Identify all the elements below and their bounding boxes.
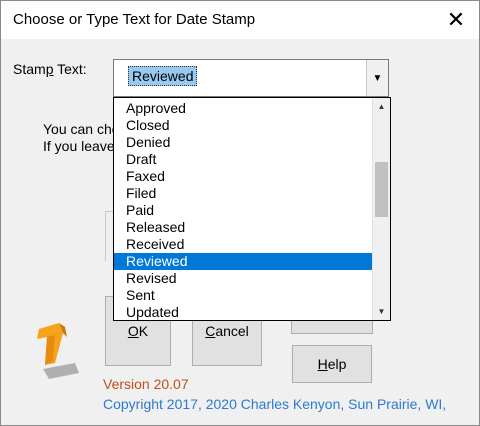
description-line-2: If you leave	[43, 138, 115, 154]
scroll-thumb[interactable]	[375, 161, 388, 217]
chevron-down-icon: ▼	[372, 72, 383, 84]
list-item[interactable]: Reviewed	[114, 253, 372, 270]
dropdown-button[interactable]: ▼	[366, 60, 388, 96]
app-logo-icon	[37, 323, 79, 379]
list-item[interactable]: Revised	[114, 270, 372, 287]
stamp-text-label: Stamp Text:	[13, 61, 87, 77]
list-item[interactable]: Released	[114, 219, 372, 236]
title-bar: Choose or Type Text for Date Stamp ✕	[1, 1, 479, 39]
list-item[interactable]: Sent	[114, 287, 372, 304]
list-item[interactable]: Faxed	[114, 168, 372, 185]
list-item[interactable]: Received	[114, 236, 372, 253]
copyright-text: Copyright 2017, 2020 Charles Kenyon, Sun…	[103, 396, 447, 412]
list-scrollbar[interactable]: ▲ ▼	[372, 98, 390, 320]
stamp-options-list: Approved Closed Denied Draft Faxed Filed Paid R…	[114, 100, 372, 320]
dialog-window: Choose or Type Text for Date Stamp ✕ Sta…	[0, 0, 480, 426]
stamp-text-combobox[interactable]: Reviewed ▼	[113, 59, 389, 97]
scroll-down-icon[interactable]: ▼	[373, 303, 390, 320]
close-icon: ✕	[446, 7, 466, 32]
list-item[interactable]: Updated	[114, 304, 372, 320]
list-item[interactable]: Closed	[114, 117, 372, 134]
close-button[interactable]: ✕	[433, 1, 479, 39]
list-item[interactable]: Paid	[114, 202, 372, 219]
scroll-up-icon[interactable]: ▲	[373, 98, 390, 115]
list-item[interactable]: Denied	[114, 134, 372, 151]
description-line-1: You can cho	[43, 121, 120, 137]
dialog-title: Choose or Type Text for Date Stamp	[13, 11, 256, 28]
version-text: Version 20.07	[103, 376, 189, 392]
list-item[interactable]: Filed	[114, 185, 372, 202]
list-item[interactable]: Approved	[114, 100, 372, 117]
stamp-dropdown-list[interactable]: Approved Closed Denied Draft Faxed Filed Paid R…	[113, 97, 391, 321]
list-item[interactable]: Draft	[114, 151, 372, 168]
stamp-text-value[interactable]: Reviewed	[128, 66, 198, 86]
help-button[interactable]: Help	[292, 345, 372, 383]
